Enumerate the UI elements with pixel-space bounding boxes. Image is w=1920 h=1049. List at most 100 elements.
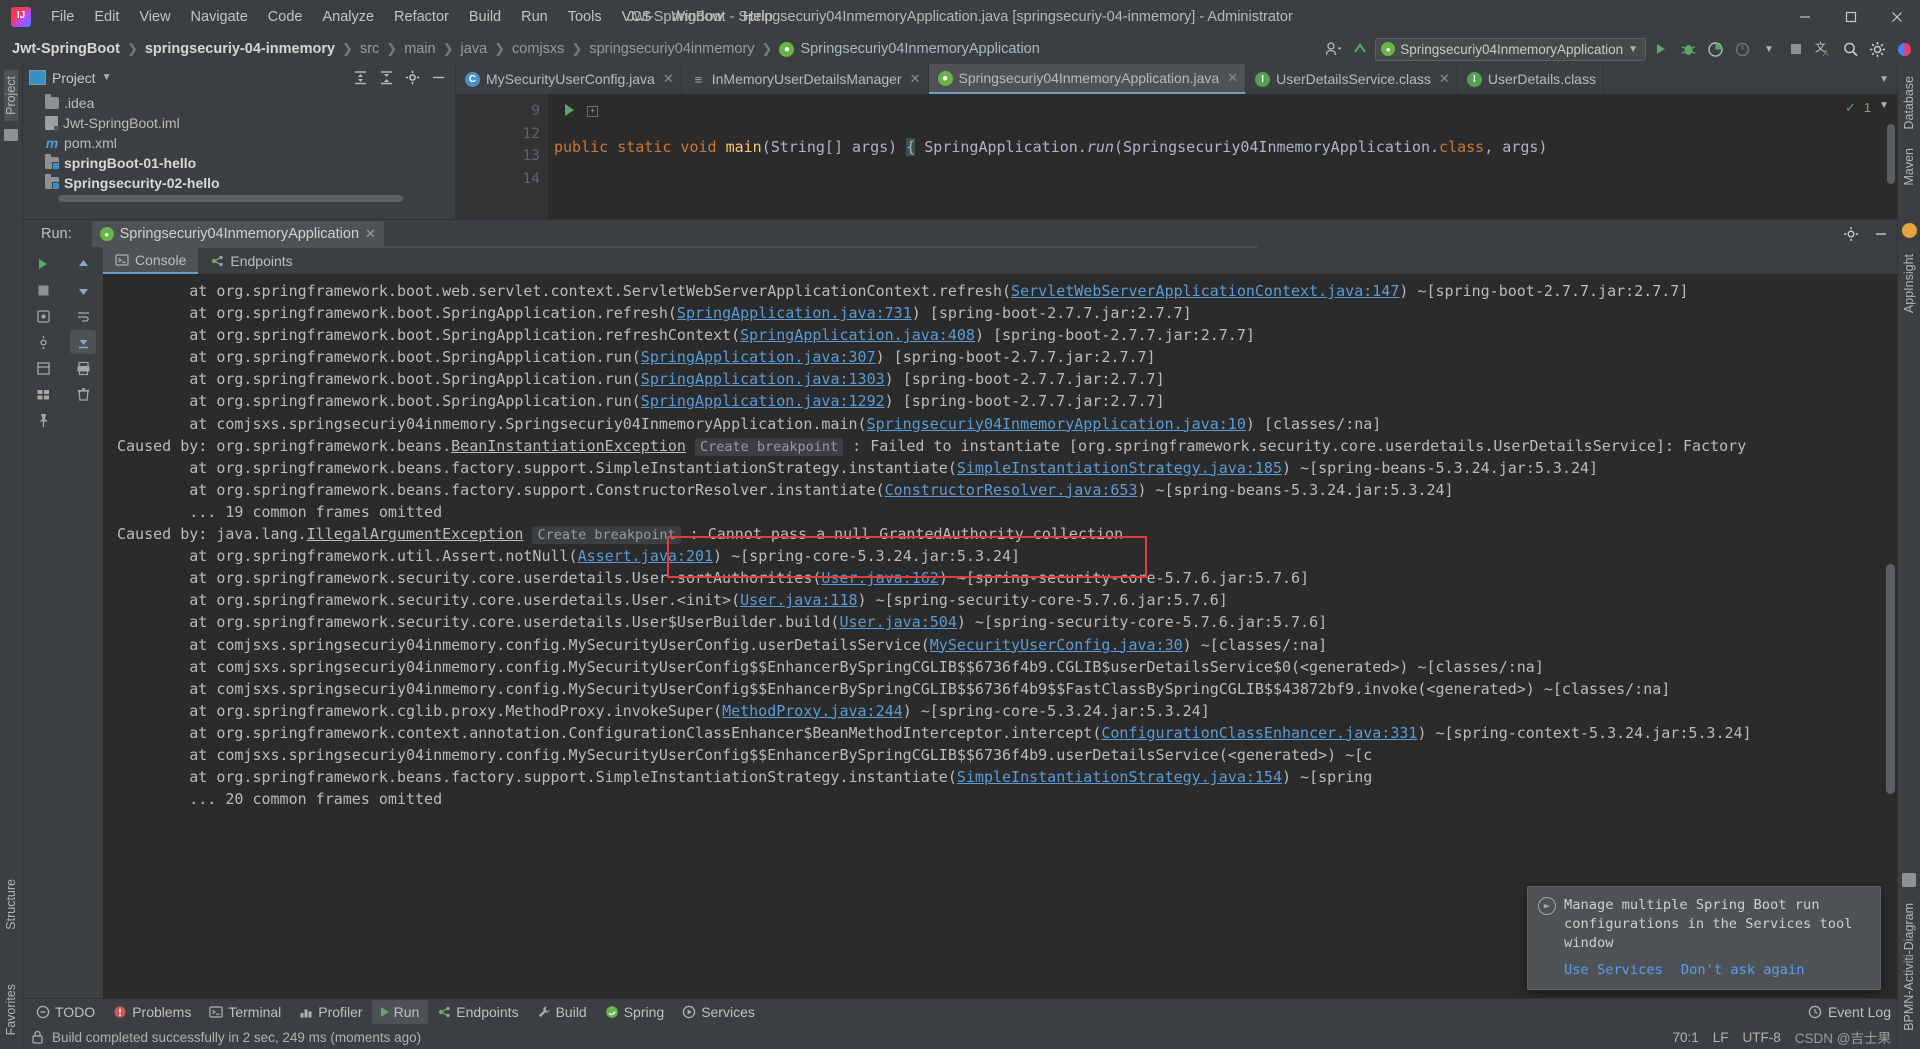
ide-features-icon[interactable] [1892,37,1916,61]
run-header-actions[interactable] [1839,222,1893,246]
code-editor[interactable]: 9 + 12 13 14 public static void main(Str… [456,94,1897,219]
gear-icon[interactable] [1839,222,1863,246]
sidebar-item-appinsight[interactable]: AppInsight [1902,248,1916,319]
scroll-to-end-icon[interactable] [70,330,96,354]
console-output[interactable]: at org.springframework.boot.web.servlet.… [103,274,1897,998]
notification-balloon[interactable]: ► Manage multiple Spring Boot run config… [1527,885,1881,990]
tree-node-pom[interactable]: m pom.xml [23,133,455,153]
bottom-tool-window-bar[interactable]: TODO Problems Terminal Profiler Run Endp… [23,998,1897,1025]
tree-node-springsecurity-02-hello[interactable]: Springsecurity-02-hello [23,173,455,193]
lock-icon[interactable] [31,1030,44,1044]
minimize-button[interactable] [1782,0,1828,34]
pin-icon[interactable] [30,408,56,432]
close-icon[interactable]: ✕ [663,71,674,87]
stack-trace-link[interactable]: SpringApplication.java:408 [740,326,975,344]
close-button[interactable] [1874,0,1920,34]
event-log-button[interactable]: Event Log [1808,1004,1891,1020]
breadcrumb-main[interactable]: main [404,41,435,57]
hide-panel-icon[interactable] [426,66,450,90]
gutter-line[interactable]: 12 [478,123,548,146]
gutter-line[interactable]: 14 [478,168,548,191]
bottom-tab-services[interactable]: Services [673,1000,764,1024]
chevron-down-icon[interactable]: ▼ [1879,100,1889,111]
gear-icon[interactable] [1865,37,1889,61]
soft-wrap-icon[interactable] [70,304,96,328]
fold-expand-icon[interactable]: + [587,106,598,117]
editor-tab-mysecurityuserconfig[interactable]: C MySecurityUserConfig.java ✕ [456,64,682,94]
create-breakpoint-link[interactable]: Create breakpoint [694,437,844,456]
stack-trace-link[interactable]: Assert.java:201 [578,547,713,565]
bottom-tab-profiler[interactable]: Profiler [290,1000,371,1024]
settings-icon[interactable] [30,330,56,354]
breadcrumb-class[interactable]: ● Springsecuriy04InmemoryApplication [779,41,1040,57]
stack-trace-link[interactable]: MethodProxy.java:244 [722,702,903,720]
search-icon[interactable] [1838,37,1862,61]
vcs-update-icon[interactable] [1348,37,1372,61]
expand-all-icon[interactable] [348,66,372,90]
menu-file[interactable]: File [41,6,84,28]
restore-layout-icon[interactable] [30,356,56,380]
notification-actions[interactable]: Use Services Don't ask again [1564,959,1868,981]
tree-node-idea[interactable]: .idea [23,93,455,113]
stack-trace-link[interactable]: User.java:118 [740,591,857,609]
stack-trace-link[interactable]: Springsecuriy04InmemoryApplication.java:… [867,415,1246,433]
dump-threads-icon[interactable] [30,304,56,328]
close-icon[interactable]: ✕ [1439,71,1450,87]
print-icon[interactable] [70,356,96,380]
editor-text[interactable]: public static void main(String[] args) {… [548,94,1897,219]
debug-button[interactable] [1676,37,1700,61]
caret-position[interactable]: 70:1 [1672,1030,1698,1045]
tree-node-iml[interactable]: Jwt-SpringBoot.iml [23,113,455,133]
run-actions-column-1[interactable] [23,248,63,998]
tree-node-springboot-01-hello[interactable]: springBoot-01-hello [23,153,455,173]
menu-window[interactable]: Window [661,6,733,28]
chevron-down-icon[interactable]: ▼ [1757,37,1781,61]
breadcrumb-module[interactable]: springsecuriy-04-inmemory [145,41,335,57]
run-session-tab[interactable]: ● Springsecuriy04InmemoryApplication ✕ [91,221,384,247]
scroll-up-icon[interactable] [70,252,96,276]
hide-panel-icon[interactable] [1869,222,1893,246]
console-tab-bar[interactable]: Console Endpoints [103,248,1897,274]
sidebar-item-structure[interactable]: Structure [4,873,18,936]
status-bar-right[interactable]: 70:1 LF UTF-8 CSDN @吉士果 [1672,1027,1891,1047]
bpmn-icon[interactable] [1902,873,1916,888]
window-controls[interactable] [1782,0,1920,34]
close-icon[interactable]: ✕ [1227,70,1238,86]
menu-view[interactable]: View [129,6,180,28]
run-configuration-selector[interactable]: ● Springsecuriy04InmemoryApplication ▼ [1375,37,1646,61]
sidebar-item-project[interactable]: Project [4,70,18,121]
editor-tab-springsecuriy04inmemoryapplication[interactable]: ● Springsecuriy04InmemoryApplication.jav… [928,64,1247,94]
stack-trace-link[interactable]: ConstructorResolver.java:653 [885,481,1138,499]
scroll-down-icon[interactable] [70,278,96,302]
bottom-tab-spring[interactable]: Spring [596,1000,673,1024]
tab-endpoints[interactable]: Endpoints [198,248,304,274]
editor-gutter[interactable]: 9 + 12 13 14 [478,94,598,219]
exception-name[interactable]: BeanInstantiationException [451,437,686,455]
breadcrumb-project[interactable]: Jwt-SpringBoot [12,41,120,57]
project-horizontal-scrollbar[interactable] [58,195,403,202]
breadcrumb-package[interactable]: springsecuriy04inmemory [589,41,754,57]
bottom-tab-terminal[interactable]: Terminal [200,1000,290,1024]
gear-icon[interactable] [400,66,424,90]
console-vertical-scrollbar[interactable] [1886,564,1895,794]
sidebar-item-maven[interactable]: Maven [1902,142,1916,192]
rerun-button[interactable] [30,252,56,276]
file-encoding[interactable]: UTF-8 [1743,1030,1781,1045]
run-actions-column-2[interactable] [63,248,103,998]
stack-trace-link[interactable]: SimpleInstantiationStrategy.java:185 [957,459,1282,477]
stack-trace-link[interactable]: ConfigurationClassEnhancer.java:331 [1101,724,1417,742]
stack-trace-link[interactable]: SpringApplication.java:1303 [641,370,885,388]
appinsight-icon[interactable] [1901,223,1917,239]
line-separator[interactable]: LF [1713,1030,1729,1045]
menu-tools[interactable]: Tools [558,6,612,28]
clear-all-icon[interactable] [70,382,96,406]
stop-button[interactable] [30,278,56,302]
menu-refactor[interactable]: Refactor [384,6,459,28]
editor-tab-userdetails[interactable]: I UserDetails.class [1458,64,1604,94]
stack-trace-link[interactable]: ServletWebServerApplicationContext.java:… [1011,282,1399,300]
editor-tab-bar[interactable]: C MySecurityUserConfig.java ✕ ≡ InMemory… [456,64,1897,94]
profile-button[interactable] [1730,37,1754,61]
run-button[interactable] [1649,37,1673,61]
exception-name[interactable]: IllegalArgumentException [307,525,524,543]
bottom-tab-problems[interactable]: Problems [104,1000,200,1024]
